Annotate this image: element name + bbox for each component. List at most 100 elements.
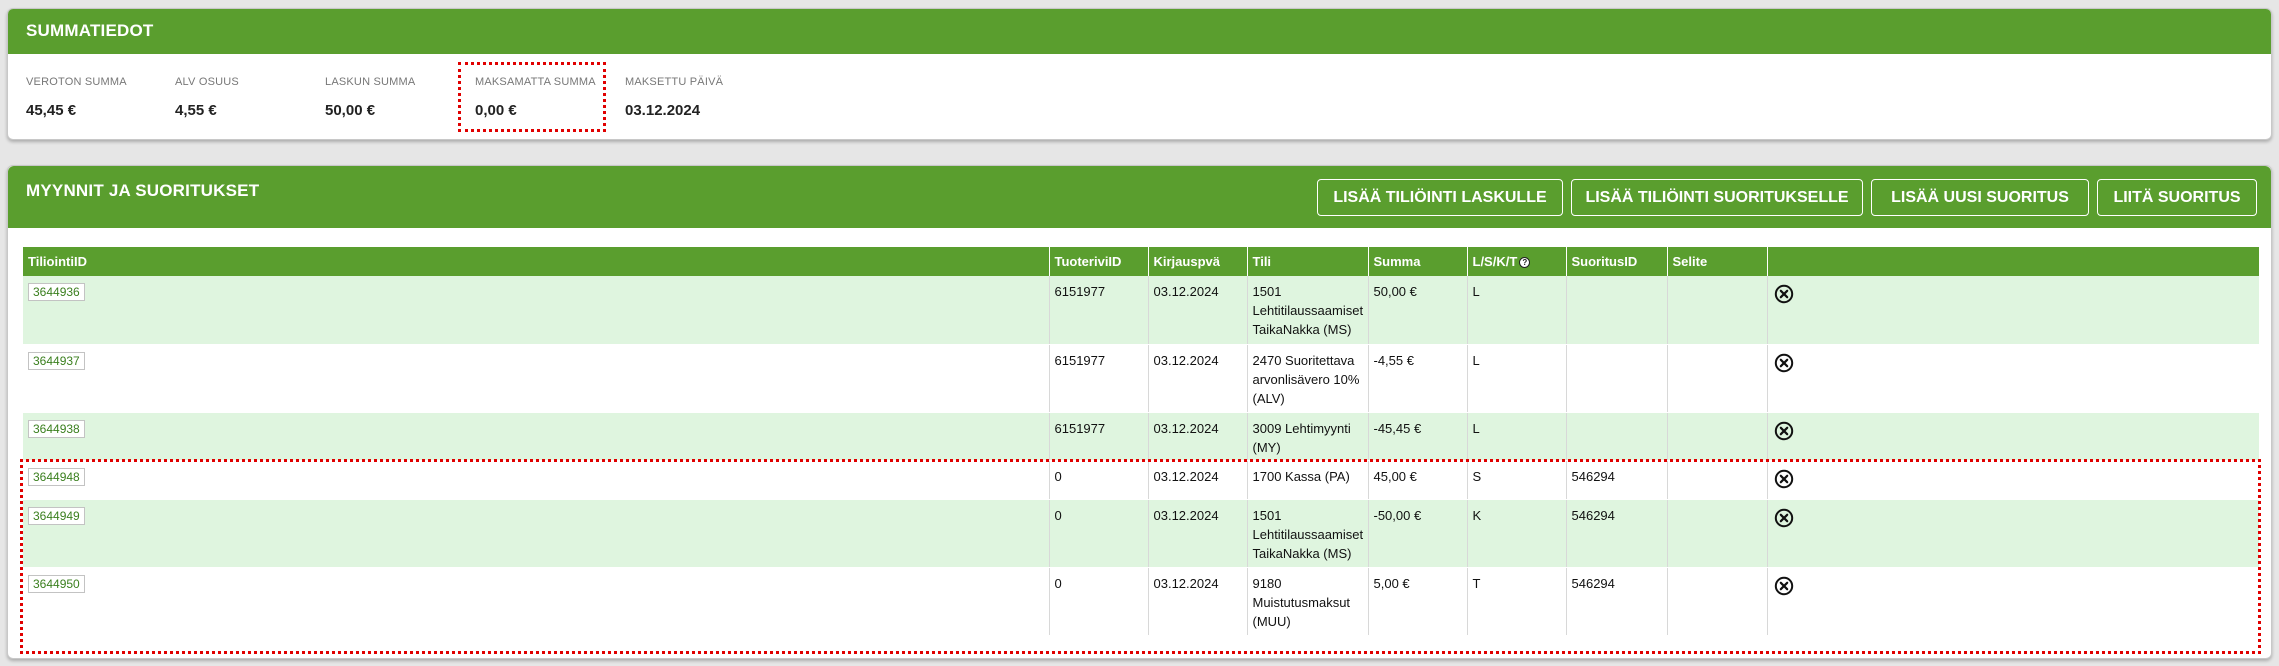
cell-type: T (1467, 567, 1567, 636)
table-row: 3644937 6151977 03.12.2024 2470 Suoritettav… (23, 344, 2259, 413)
summary-item-vat: ALV OSUUS 4,55 € (175, 76, 239, 119)
cell-date: 03.12.2024 (1148, 344, 1248, 413)
table-body: 3644936 6151977 03.12.2024 1501 Lehtitilaus… (23, 276, 2259, 636)
close-circle-icon[interactable] (1774, 469, 1794, 489)
summary-label: MAKSAMATTA SUMMA (475, 76, 596, 88)
table-row: 3644950 0 03.12.2024 9180 Muistutusmaksut (… (23, 567, 2259, 636)
entry-id-link[interactable]: 3644949 (28, 506, 85, 525)
entries-table: TiliointiID TuoteriviID Kirjauspvä Tili … (23, 247, 2260, 636)
table-row: 3644938 6151977 03.12.2024 3009 Lehtimyynti… (23, 412, 2259, 461)
cell-account: 1700 Kassa (PA) (1247, 460, 1369, 500)
cell-actions (1767, 460, 2259, 500)
cell-sum: -45,45 € (1368, 412, 1468, 461)
entry-id-link[interactable]: 3644938 (28, 419, 85, 438)
entry-id-link[interactable]: 3644937 (28, 351, 85, 370)
summary-label: MAKSETTU PÄIVÄ (625, 76, 724, 88)
summary-item-net-sum: VEROTON SUMMA 45,45 € (26, 76, 127, 119)
summary-value: 50,00 € (325, 102, 376, 119)
entry-id-link[interactable]: 3644936 (28, 283, 85, 301)
cell-line: 6151977 (1049, 276, 1149, 345)
cell-date: 03.12.2024 (1148, 276, 1248, 345)
sales-panel: MYYNNIT JA SUORITUKSET LISÄÄ TILIÖINTI L… (7, 165, 2272, 659)
column-header-note[interactable]: Selite (1667, 247, 1768, 276)
sales-title: MYYNNIT JA SUORITUKSET (26, 181, 260, 200)
cell-sum: -4,55 € (1368, 344, 1468, 413)
cell-account: 1501 Lehtitilaussaamiset TaikaNakka (MS) (1247, 276, 1369, 345)
cell-payment: 546294 (1566, 460, 1668, 500)
cell-actions (1767, 499, 2259, 568)
cell-account: 2470 Suoritettava arvonlisävero 10% (ALV… (1247, 344, 1369, 413)
cell-line: 0 (1049, 460, 1149, 500)
attach-payment-button[interactable]: LIITÄ SUORITUS (2097, 179, 2257, 216)
table-row: 3644948 0 03.12.2024 1700 Kassa (PA) 45,00 €… (23, 460, 2259, 500)
column-header-id[interactable]: TiliointiID (23, 247, 1050, 276)
summary-item-unpaid-sum: MAKSAMATTA SUMMA 0,00 € (475, 76, 596, 119)
cell-actions (1767, 276, 2259, 345)
cell-line: 0 (1049, 567, 1149, 636)
summary-header: SUMMATIEDOT (8, 9, 2271, 54)
summary-value: 45,45 € (26, 102, 77, 119)
cell-id: 3644948 (23, 460, 1050, 500)
summary-value: 0,00 € (475, 102, 517, 119)
cell-payment (1566, 412, 1668, 461)
summary-value: 4,55 € (175, 102, 217, 119)
cell-actions (1767, 412, 2259, 461)
cell-account: 9180 Muistutusmaksut (MUU) (1247, 567, 1369, 636)
table-header-row: TiliointiID TuoteriviID Kirjauspvä Tili … (23, 247, 2260, 276)
cell-type: L (1467, 344, 1567, 413)
question-circle-icon[interactable]: ? (1519, 257, 1531, 269)
cell-actions (1767, 567, 2259, 636)
summary-label: LASKUN SUMMA (325, 76, 416, 88)
cell-line: 0 (1049, 499, 1149, 568)
cell-sum: 45,00 € (1368, 460, 1468, 500)
cell-sum: -50,00 € (1368, 499, 1468, 568)
cell-id: 3644950 (23, 567, 1050, 636)
cell-date: 03.12.2024 (1148, 499, 1248, 568)
cell-type: S (1467, 460, 1567, 500)
summary-label: ALV OSUUS (175, 76, 239, 88)
cell-type: K (1467, 499, 1567, 568)
cell-sum: 50,00 € (1368, 276, 1468, 345)
cell-payment: 546294 (1566, 567, 1668, 636)
cell-type: L (1467, 412, 1567, 461)
entry-id-link[interactable]: 3644950 (28, 574, 85, 593)
cell-id: 3644949 (23, 499, 1050, 568)
cell-date: 03.12.2024 (1148, 567, 1248, 636)
entry-id-link[interactable]: 3644948 (28, 467, 85, 486)
column-header-sum[interactable]: Summa (1368, 247, 1468, 276)
summary-row: VEROTON SUMMA 45,45 € ALV OSUUS 4,55 € L… (8, 54, 2271, 139)
cell-note (1667, 499, 1768, 568)
summary-label: VEROTON SUMMA (26, 76, 127, 88)
close-circle-icon[interactable] (1774, 576, 1794, 596)
cell-note (1667, 412, 1768, 461)
column-header-type[interactable]: L/S/K/T? (1467, 247, 1567, 276)
cell-sum: 5,00 € (1368, 567, 1468, 636)
cell-actions (1767, 344, 2259, 413)
column-header-date[interactable]: Kirjauspvä (1148, 247, 1248, 276)
close-circle-icon[interactable] (1774, 353, 1794, 373)
cell-line: 6151977 (1049, 344, 1149, 413)
cell-id: 3644938 (23, 412, 1050, 461)
summary-panel: SUMMATIEDOT VEROTON SUMMA 45,45 € ALV OS… (7, 8, 2272, 140)
add-invoice-entry-button[interactable]: LISÄÄ TILIÖINTI LASKULLE (1317, 179, 1563, 216)
close-circle-icon[interactable] (1774, 421, 1794, 441)
close-circle-icon[interactable] (1774, 508, 1794, 528)
column-header-type-label: L/S/K/T (1472, 254, 1518, 269)
column-header-account[interactable]: Tili (1247, 247, 1369, 276)
cell-payment (1566, 344, 1668, 413)
cell-payment: 546294 (1566, 499, 1668, 568)
column-header-actions (1767, 247, 2260, 276)
summary-item-invoice-sum: LASKUN SUMMA 50,00 € (325, 76, 415, 119)
column-header-payment[interactable]: SuoritusID (1566, 247, 1668, 276)
table-row: 3644936 6151977 03.12.2024 1501 Lehtitilaus… (23, 276, 2259, 345)
cell-note (1667, 567, 1768, 636)
add-payment-entry-button[interactable]: LISÄÄ TILIÖINTI SUORITUKSELLE (1571, 179, 1863, 216)
table-row: 3644949 0 03.12.2024 1501 Lehtitilaussaamis… (23, 499, 2259, 568)
cell-account: 3009 Lehtimyynti (MY) (1247, 412, 1369, 461)
column-header-line[interactable]: TuoteriviID (1049, 247, 1149, 276)
cell-note (1667, 460, 1768, 500)
cell-date: 03.12.2024 (1148, 460, 1248, 500)
close-circle-icon[interactable] (1774, 284, 1794, 304)
summary-value: 03.12.2024 (625, 102, 701, 119)
add-new-payment-button[interactable]: LISÄÄ UUSI SUORITUS (1871, 179, 2089, 216)
